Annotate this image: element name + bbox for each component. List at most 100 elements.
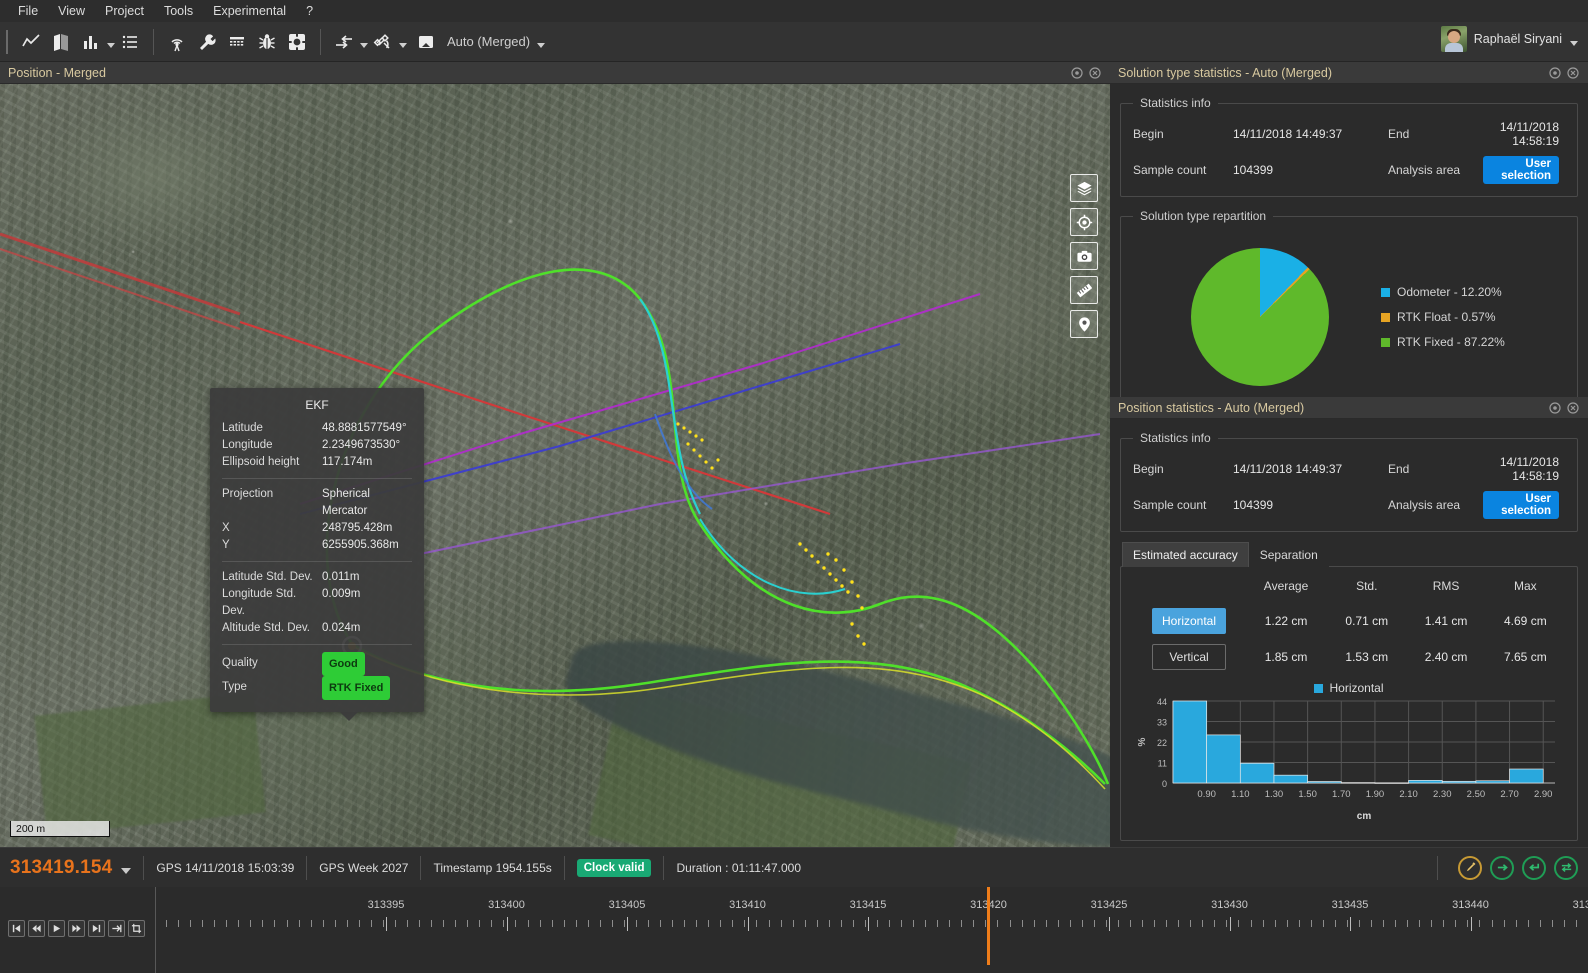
tab-estimated-accuracy[interactable]: Estimated accuracy bbox=[1122, 542, 1249, 567]
wrench-icon[interactable] bbox=[192, 27, 222, 57]
time-dropdown-caret[interactable] bbox=[121, 868, 131, 874]
merge-dropdown-caret[interactable] bbox=[360, 43, 368, 48]
histogram-area: Horizontal 0112233440.901.101.301.501.70… bbox=[1133, 681, 1565, 828]
bar-chart-dropdown-caret[interactable] bbox=[107, 43, 115, 48]
gear-icon[interactable] bbox=[282, 27, 312, 57]
map-canvas[interactable]: EKF Latitude 48.8881577549° Longitude 2.… bbox=[0, 84, 1110, 847]
pin-tool-button[interactable] bbox=[1458, 856, 1482, 880]
solution-type-badge: RTK Fixed bbox=[322, 676, 390, 700]
satellite-dropdown-caret[interactable] bbox=[399, 43, 407, 48]
ruler-icon[interactable] bbox=[1070, 276, 1098, 304]
svg-text:0: 0 bbox=[1162, 779, 1167, 789]
map-icon[interactable] bbox=[46, 27, 76, 57]
go-to-end-button[interactable] bbox=[108, 920, 125, 937]
target-icon[interactable] bbox=[1070, 208, 1098, 236]
monitor-icon[interactable] bbox=[411, 27, 441, 57]
ekf-x-value: 248795.428m bbox=[322, 520, 392, 537]
timeline-ruler[interactable]: 3133953134003134053134103134153134203134… bbox=[155, 887, 1588, 973]
rewind-button[interactable] bbox=[28, 920, 45, 937]
map-panel-close-icon[interactable] bbox=[1086, 64, 1104, 82]
position-panel-float-icon[interactable] bbox=[1546, 399, 1564, 417]
ekf-y-value: 6255905.368m bbox=[322, 537, 399, 554]
position-panel-close-icon[interactable] bbox=[1564, 399, 1582, 417]
camera-icon[interactable] bbox=[1070, 242, 1098, 270]
position-end-label: End bbox=[1388, 462, 1483, 476]
timeline-tick-label: 313410 bbox=[729, 899, 766, 911]
transport-controls bbox=[0, 887, 145, 973]
timeline-major-tick bbox=[627, 917, 628, 931]
fast-forward-button[interactable] bbox=[68, 920, 85, 937]
timeline-minor-tick bbox=[1323, 920, 1324, 927]
skip-start-button[interactable] bbox=[8, 920, 25, 937]
timeline-minor-tick bbox=[335, 920, 336, 927]
skip-end-button[interactable] bbox=[88, 920, 105, 937]
menu-item-tools[interactable]: Tools bbox=[154, 2, 203, 20]
toolbar-grip[interactable] bbox=[6, 30, 8, 54]
timeline-minor-tick bbox=[1010, 920, 1011, 927]
status-separator-1 bbox=[143, 856, 144, 880]
svg-text:1.10: 1.10 bbox=[1231, 789, 1250, 800]
map-scale-bar: 200 m bbox=[10, 821, 110, 837]
satellite-icon[interactable] bbox=[368, 27, 398, 57]
timeline-minor-tick bbox=[274, 920, 275, 927]
antenna-icon[interactable] bbox=[162, 27, 192, 57]
tab-separation[interactable]: Separation bbox=[1249, 542, 1329, 567]
ekf-latitude-value: 48.8881577549° bbox=[322, 420, 407, 437]
merge-icon[interactable] bbox=[329, 27, 359, 57]
duration: Duration : 01:11:47.000 bbox=[676, 861, 801, 875]
table-icon[interactable] bbox=[222, 27, 252, 57]
source-selector[interactable]: Auto (Merged) bbox=[411, 27, 545, 57]
timeline-minor-tick bbox=[1443, 920, 1444, 927]
ekf-row-lon-std: Longitude Std. Dev. 0.009m bbox=[222, 586, 412, 620]
solution-panel-float-icon[interactable] bbox=[1546, 64, 1564, 82]
timeline-minor-tick bbox=[1347, 920, 1348, 927]
timeline-minor-tick bbox=[925, 920, 926, 927]
ekf-row-lat-std: Latitude Std. Dev. 0.011m bbox=[222, 569, 412, 586]
menu-item-project[interactable]: Project bbox=[95, 2, 154, 20]
loop-button[interactable] bbox=[1554, 856, 1578, 880]
timeline-minor-tick bbox=[708, 920, 709, 927]
timeline-minor-tick bbox=[491, 920, 492, 927]
ekf-projection-value: Spherical Mercator bbox=[322, 486, 412, 520]
svg-text:33: 33 bbox=[1157, 718, 1167, 728]
ekf-latitude-label: Latitude bbox=[222, 420, 322, 437]
accuracy-header-std: Std. bbox=[1327, 573, 1406, 603]
timeline-tick-label: 313415 bbox=[850, 899, 887, 911]
timeline-playhead[interactable] bbox=[987, 887, 990, 965]
menu-item-help[interactable]: ? bbox=[296, 2, 323, 20]
timeline-minor-tick bbox=[817, 920, 818, 927]
user-menu[interactable]: Raphaël Siryani bbox=[1441, 26, 1578, 52]
position-analysis-area-badge[interactable]: User selection bbox=[1483, 491, 1559, 519]
horizontal-toggle-button[interactable]: Horizontal bbox=[1152, 608, 1226, 634]
map-panel-float-icon[interactable] bbox=[1068, 64, 1086, 82]
menu-item-view[interactable]: View bbox=[48, 2, 95, 20]
timeline-minor-tick bbox=[1540, 920, 1541, 927]
user-dropdown-caret[interactable] bbox=[1570, 41, 1578, 46]
step-back-button[interactable] bbox=[1522, 856, 1546, 880]
ekf-title: EKF bbox=[222, 398, 412, 412]
list-icon[interactable] bbox=[115, 27, 145, 57]
source-dropdown-caret[interactable] bbox=[537, 43, 545, 48]
timeline-minor-tick bbox=[540, 920, 541, 927]
menu-item-file[interactable]: File bbox=[8, 2, 48, 20]
layers-icon[interactable] bbox=[1070, 174, 1098, 202]
play-button[interactable] bbox=[48, 920, 65, 937]
table-row: Horizontal 1.22 cm 0.71 cm 1.41 cm 4.69 … bbox=[1133, 603, 1565, 639]
bug-icon[interactable] bbox=[252, 27, 282, 57]
right-dock: Solution type statistics - Auto (Merged)… bbox=[1110, 62, 1588, 847]
accuracy-row-vertical-cell: Vertical bbox=[1133, 639, 1245, 675]
crop-range-button[interactable] bbox=[128, 920, 145, 937]
menu-item-experimental[interactable]: Experimental bbox=[203, 2, 296, 20]
solution-panel-close-icon[interactable] bbox=[1564, 64, 1582, 82]
vertical-toggle-button[interactable]: Vertical bbox=[1152, 644, 1226, 670]
marker-icon[interactable] bbox=[1070, 310, 1098, 338]
timeline-minor-tick bbox=[1576, 920, 1577, 927]
timeline-minor-tick bbox=[1166, 920, 1167, 927]
step-forward-button[interactable] bbox=[1490, 856, 1514, 880]
solution-analysis-area-badge[interactable]: User selection bbox=[1483, 156, 1559, 184]
chart-line-icon[interactable] bbox=[16, 27, 46, 57]
clock-status-badge: Clock valid bbox=[577, 859, 652, 877]
timeline-minor-tick bbox=[781, 920, 782, 927]
source-selector-label: Auto (Merged) bbox=[447, 34, 530, 49]
bar-chart-icon[interactable] bbox=[76, 27, 106, 57]
